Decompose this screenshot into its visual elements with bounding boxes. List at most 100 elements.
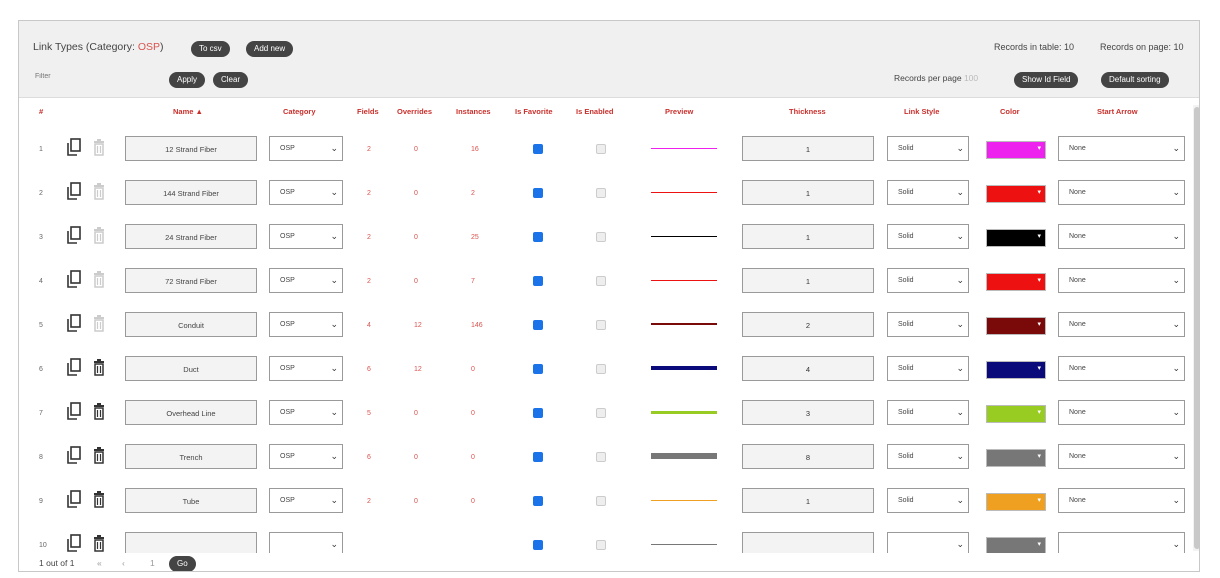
- enabled-checkbox[interactable]: [596, 320, 606, 330]
- col-thickness[interactable]: Thickness: [789, 107, 826, 116]
- favorite-checkbox[interactable]: [533, 320, 543, 330]
- enabled-checkbox[interactable]: [596, 452, 606, 462]
- category-select[interactable]: OSP ⌄: [269, 312, 343, 337]
- copy-icon[interactable]: [67, 138, 81, 156]
- link-style-select[interactable]: Solid ⌄: [887, 488, 969, 513]
- default-sorting-button[interactable]: Default sorting: [1101, 72, 1169, 88]
- copy-icon[interactable]: [67, 270, 81, 288]
- thickness-field[interactable]: 3: [742, 400, 874, 425]
- col-link-style[interactable]: Link Style: [904, 107, 939, 116]
- favorite-checkbox[interactable]: [533, 408, 543, 418]
- category-select[interactable]: OSP ⌄: [269, 180, 343, 205]
- show-id-field-button[interactable]: Show Id Field: [1014, 72, 1079, 88]
- link-style-select[interactable]: Solid ⌄: [887, 312, 969, 337]
- enabled-checkbox[interactable]: [596, 496, 606, 506]
- link-style-select[interactable]: Solid ⌄: [887, 136, 969, 161]
- name-field[interactable]: Overhead Line: [125, 400, 257, 425]
- favorite-checkbox[interactable]: [533, 496, 543, 506]
- link-style-select[interactable]: Solid ⌄: [887, 444, 969, 469]
- col-start-arrow[interactable]: Start Arrow: [1097, 107, 1138, 116]
- favorite-checkbox[interactable]: [533, 364, 543, 374]
- color-picker[interactable]: ▾: [986, 185, 1046, 203]
- col-category[interactable]: Category: [283, 107, 316, 116]
- category-select[interactable]: OSP ⌄: [269, 444, 343, 469]
- col-color[interactable]: Color: [1000, 107, 1020, 116]
- start-arrow-select[interactable]: None ⌄: [1058, 312, 1185, 337]
- copy-icon[interactable]: [67, 226, 81, 244]
- link-style-select[interactable]: Solid ⌄: [887, 400, 969, 425]
- col-overrides[interactable]: Overrides: [397, 107, 432, 116]
- name-field[interactable]: 12 Strand Fiber: [125, 136, 257, 161]
- name-field[interactable]: 24 Strand Fiber: [125, 224, 257, 249]
- name-field[interactable]: 144 Strand Fiber: [125, 180, 257, 205]
- start-arrow-select[interactable]: None ⌄: [1058, 488, 1185, 513]
- link-style-select[interactable]: Solid ⌄: [887, 356, 969, 381]
- enabled-checkbox[interactable]: [596, 364, 606, 374]
- enabled-checkbox[interactable]: [596, 232, 606, 242]
- color-picker[interactable]: ▾: [986, 317, 1046, 335]
- category-select[interactable]: OSP ⌄: [269, 488, 343, 513]
- to-csv-button[interactable]: To csv: [191, 41, 230, 57]
- favorite-checkbox[interactable]: [533, 276, 543, 286]
- thickness-field[interactable]: 8: [742, 444, 874, 469]
- start-arrow-select[interactable]: None ⌄: [1058, 180, 1185, 205]
- start-arrow-select[interactable]: None ⌄: [1058, 268, 1185, 293]
- color-picker[interactable]: ▾: [986, 405, 1046, 423]
- favorite-checkbox[interactable]: [533, 188, 543, 198]
- trash-icon[interactable]: [92, 358, 106, 376]
- enabled-checkbox[interactable]: [596, 144, 606, 154]
- name-field[interactable]: Conduit: [125, 312, 257, 337]
- enabled-checkbox[interactable]: [596, 540, 606, 550]
- name-field[interactable]: 72 Strand Fiber: [125, 268, 257, 293]
- trash-icon[interactable]: [92, 490, 106, 508]
- color-picker[interactable]: ▾: [986, 229, 1046, 247]
- link-style-select[interactable]: Solid ⌄: [887, 268, 969, 293]
- prev-page-button[interactable]: ‹: [122, 558, 125, 568]
- col-fields[interactable]: Fields: [357, 107, 379, 116]
- color-picker[interactable]: ▾: [986, 449, 1046, 467]
- category-select[interactable]: OSP ⌄: [269, 356, 343, 381]
- copy-icon[interactable]: [67, 446, 81, 464]
- copy-icon[interactable]: [67, 358, 81, 376]
- start-arrow-select[interactable]: None ⌄: [1058, 356, 1185, 381]
- col-instances[interactable]: Instances: [456, 107, 491, 116]
- filter-input[interactable]: [33, 69, 157, 83]
- apply-button[interactable]: Apply: [169, 72, 206, 88]
- favorite-checkbox[interactable]: [533, 452, 543, 462]
- scrollbar-thumb[interactable]: [1194, 107, 1199, 549]
- category-select[interactable]: OSP ⌄: [269, 268, 343, 293]
- copy-icon[interactable]: [67, 534, 81, 552]
- copy-icon[interactable]: [67, 490, 81, 508]
- color-picker[interactable]: ▾: [986, 361, 1046, 379]
- category-select[interactable]: OSP ⌄: [269, 224, 343, 249]
- name-field[interactable]: Trench: [125, 444, 257, 469]
- trash-icon[interactable]: [92, 446, 106, 464]
- thickness-field[interactable]: 4: [742, 356, 874, 381]
- copy-icon[interactable]: [67, 314, 81, 332]
- col-is-favorite[interactable]: Is Favorite: [515, 107, 553, 116]
- enabled-checkbox[interactable]: [596, 276, 606, 286]
- copy-icon[interactable]: [67, 182, 81, 200]
- col-is-enabled[interactable]: Is Enabled: [576, 107, 614, 116]
- link-style-select[interactable]: Solid ⌄: [887, 224, 969, 249]
- thickness-field[interactable]: 2: [742, 312, 874, 337]
- thickness-field[interactable]: 1: [742, 268, 874, 293]
- copy-icon[interactable]: [67, 402, 81, 420]
- thickness-field[interactable]: 1: [742, 180, 874, 205]
- category-select[interactable]: OSP ⌄: [269, 400, 343, 425]
- start-arrow-select[interactable]: None ⌄: [1058, 224, 1185, 249]
- start-arrow-select[interactable]: None ⌄: [1058, 400, 1185, 425]
- go-button[interactable]: Go: [169, 556, 196, 571]
- name-field[interactable]: Tube: [125, 488, 257, 513]
- first-page-button[interactable]: «: [97, 558, 102, 568]
- clear-button[interactable]: Clear: [213, 72, 249, 88]
- start-arrow-select[interactable]: None ⌄: [1058, 444, 1185, 469]
- start-arrow-select[interactable]: None ⌄: [1058, 136, 1185, 161]
- color-picker[interactable]: ▾: [986, 493, 1046, 511]
- page-input[interactable]: 1: [150, 558, 155, 568]
- favorite-checkbox[interactable]: [533, 144, 543, 154]
- color-picker[interactable]: ▾: [986, 273, 1046, 291]
- category-link[interactable]: OSP: [138, 41, 160, 53]
- col-name[interactable]: Name ▲: [173, 107, 203, 116]
- category-select[interactable]: OSP ⌄: [269, 136, 343, 161]
